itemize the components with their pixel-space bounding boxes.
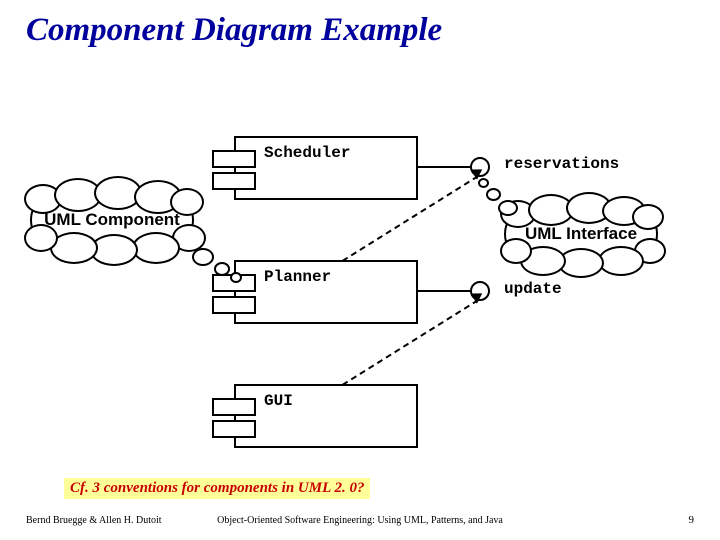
interface-stem xyxy=(416,166,470,168)
component-scheduler: Scheduler xyxy=(234,136,418,200)
footnote-highlight: Cf. 3 conventions for components in UML … xyxy=(64,478,370,499)
component-label: GUI xyxy=(264,392,293,410)
component-lugs-icon xyxy=(212,150,236,194)
footer-book-title: Object-Oriented Software Engineering: Us… xyxy=(0,515,720,526)
component-gui: GUI xyxy=(234,384,418,448)
callout-label: UML Interface xyxy=(506,208,656,260)
interface-stem xyxy=(416,290,470,292)
component-lugs-icon xyxy=(212,398,236,442)
callout-uml-component: UML Component xyxy=(30,192,194,248)
component-label: Planner xyxy=(264,268,331,286)
component-label: Scheduler xyxy=(264,144,350,162)
slide-title: Component Diagram Example xyxy=(26,12,442,49)
footer-page-number: 9 xyxy=(689,514,695,526)
interface-label: update xyxy=(504,280,562,298)
callout-label: UML Component xyxy=(32,194,192,246)
component-planner: Planner xyxy=(234,260,418,324)
slide: Component Diagram Example Scheduler rese… xyxy=(0,0,720,540)
callout-uml-interface: UML Interface xyxy=(504,206,658,262)
interface-label: reservations xyxy=(504,155,619,173)
